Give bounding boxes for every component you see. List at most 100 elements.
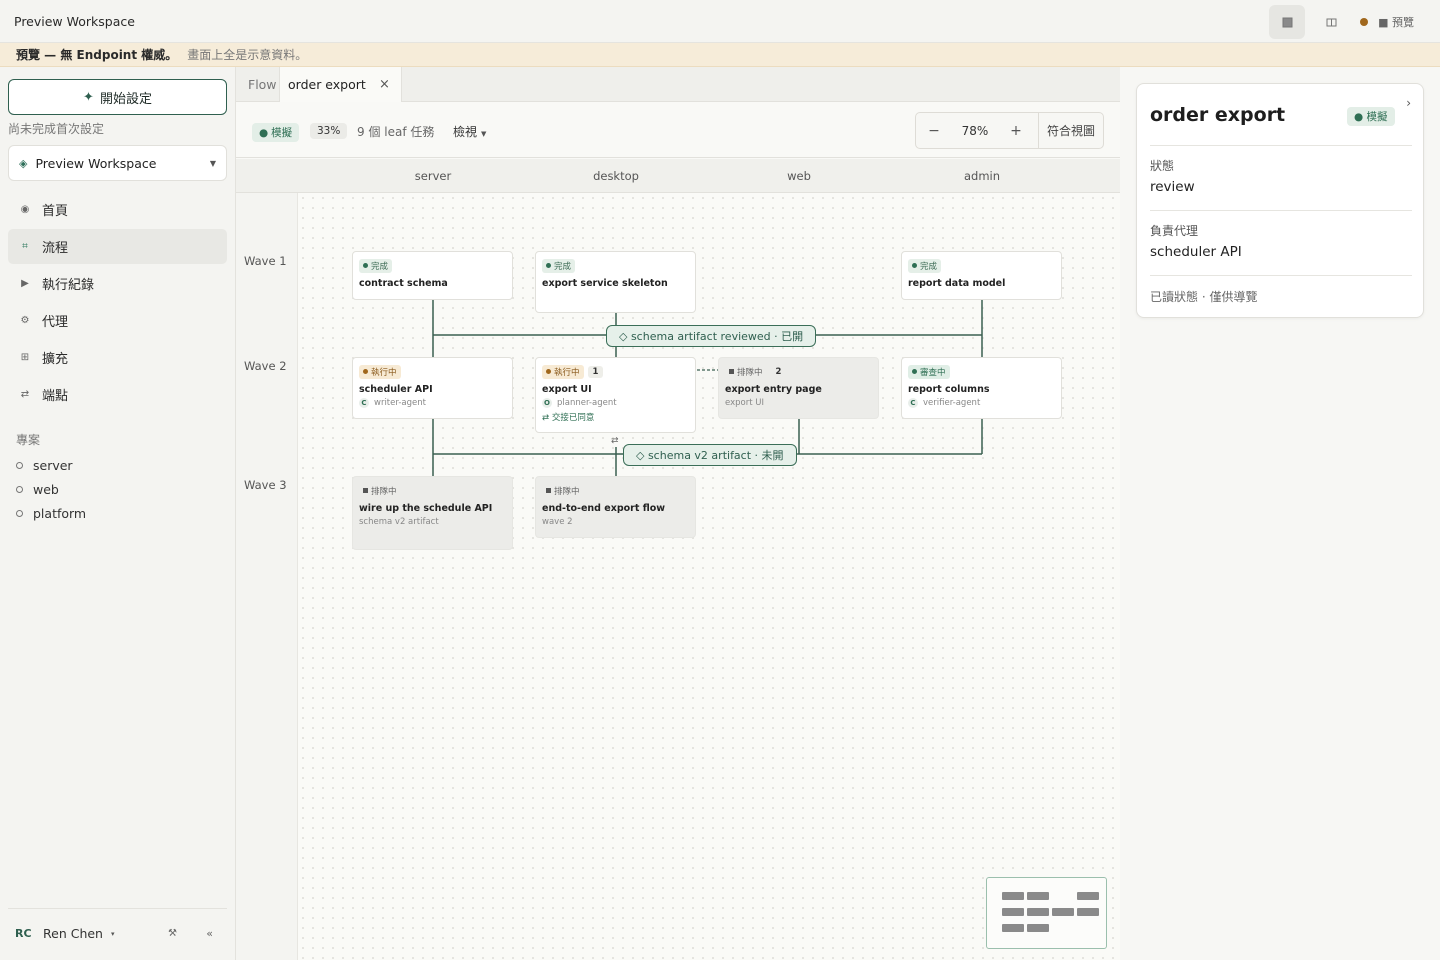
task-node-report-data-model[interactable]: 完成 report data model [901,251,1062,300]
sidebar-item-agents[interactable]: ⚙ 代理 [8,303,227,338]
sidebar-item-endpoints[interactable]: ⇄ 端點 [8,377,227,412]
wave-column: Wave 1 Wave 2 Wave 3 [236,193,298,960]
task-node-export-entry-page[interactable]: 排隊中 2 export entry page export UI [718,357,879,419]
home-icon: ◉ [20,204,30,215]
lane-label-admin: admin [963,169,1001,183]
avatar: RC [15,927,32,940]
chevron-right-icon[interactable]: › [1406,96,1411,110]
start-setup-label: 開始設定 [99,91,152,107]
zoom-in-button[interactable]: + [998,123,1034,139]
collapse-sidebar-icon[interactable]: « [206,927,213,940]
close-icon[interactable]: × [379,77,390,92]
flow-canvas[interactable] [298,193,1120,960]
lane-label-web: web [787,169,811,183]
minimap-node [1027,892,1049,900]
zoom-out-button[interactable]: − [916,123,952,139]
status-value: review [1150,179,1195,195]
task-subtitle: wave 2 [542,516,573,527]
minimap[interactable] [986,877,1107,949]
preview-banner: 預覽 — 無 Endpoint 權威。 畫面上全是示意資料。 [0,43,1440,67]
count-badge: 2 [775,367,782,377]
split-icon [1326,18,1336,26]
project-item-platform[interactable]: platform [16,501,86,525]
project-label: web [33,481,59,497]
dot-icon: ● [259,126,269,139]
status-badge: 完成 [542,258,576,273]
preview-label: ■ 預覽 [1378,16,1414,29]
start-setup-button[interactable]: ✦ 開始設定 [8,79,227,115]
circle-icon [16,485,23,493]
view-menu-label: 檢視 [453,125,478,139]
tools-icon[interactable]: ⚒ [168,928,177,939]
divider [1150,275,1412,276]
tab-flow[interactable]: Flow [248,67,277,102]
tab-bar: Flow order export × [236,67,1120,102]
sidebar-item-runs[interactable]: ▶ 執行紀錄 [8,266,227,301]
diamond-icon: ◈ [19,156,28,170]
task-node-wire-up-schedule-api[interactable]: 排隊中 wire up the schedule API schema v2 a… [352,476,513,550]
inspector-card: order export ● 模擬 › 狀態 review 負責代理 sched… [1136,83,1424,318]
dot-icon [363,369,368,374]
fit-view-button[interactable]: 符合視圖 [1037,113,1103,148]
task-title: export entry page [725,383,822,395]
agent-avatar: C [908,397,918,408]
project-item-web[interactable]: web [16,477,86,501]
user-name: Ren Chen [43,926,103,941]
project-item-server[interactable]: server [16,453,86,477]
main-area: Flow order export × ● 模擬 33% 9 個 leaf 任務… [236,67,1120,960]
sidebar-item-label: 流程 [42,241,69,256]
task-title: export UI [542,383,592,395]
workspace-selector[interactable]: ◈ Preview Workspace ▼ [8,145,227,181]
sidebar-item-flow[interactable]: ⌗ 流程 [8,229,227,264]
top-bar: Preview Workspace ■ 預覽 [0,0,1440,43]
status-label: 完成 [920,261,938,272]
gate-schema-reviewed[interactable]: ◇ schema artifact reviewed · 已開 [606,325,817,347]
minimap-node [1052,908,1074,916]
sidebar-item-label: 代理 [42,315,69,330]
view-menu-button[interactable]: 檢視 ▼ [453,123,486,140]
mock-badge-label: 模擬 [271,127,293,139]
agent-row: Oplanner-agent [542,397,689,408]
handoff-status: ⇄ 交接已同意 [542,412,595,423]
status-label: 執行中 [371,367,397,378]
status-badge: 排隊中 [359,484,401,498]
sidebar-nav: ◉ 首頁 ⌗ 流程 ▶ 執行紀錄 ⚙ 代理 ⊞ 擴充 ⇄ 端點 [8,192,227,414]
tab-order-export[interactable]: order export × [279,67,402,102]
chevron-down-icon: ▾ [110,929,115,938]
task-node-report-columns[interactable]: 審查中 report columns Cverifier-agent [901,357,1062,419]
gate-schema-v2[interactable]: ◇ schema v2 artifact · 未開 [623,444,797,466]
user-menu[interactable]: RC Ren Chen ▾ ⚒ « [8,908,227,958]
leaf-task-count: 9 個 leaf 任務 [357,125,435,139]
status-label: 排隊中 [371,486,397,497]
task-node-contract-schema[interactable]: 完成 contract schema [352,251,513,300]
sidebar-item-home[interactable]: ◉ 首頁 [8,192,227,227]
task-title: wire up the schedule API [359,502,493,514]
sidebar-item-extensions[interactable]: ⊞ 擴充 [8,340,227,375]
status-label: 狀態 [1150,159,1175,173]
task-node-export-ui[interactable]: 執行中 1 export UI Oplanner-agent ⇄ 交接已同意 [535,357,696,433]
split-view-button[interactable] [1313,5,1349,39]
setup-note: 尚未完成首次設定 [8,122,105,136]
task-node-end-to-end-export-flow[interactable]: 排隊中 end-to-end export flow wave 2 [535,476,696,538]
divider [1150,210,1412,211]
agent-label: 負責代理 [1150,224,1199,238]
panel-icon [1282,17,1292,27]
play-icon: ▶ [21,278,29,289]
status-badge: 執行中 [359,364,401,379]
status-badge: 完成 [359,258,393,273]
square-icon [546,488,551,493]
agent-row: Cverifier-agent [908,397,1055,408]
extension-icon: ⊞ [20,352,30,363]
workspace-name: Preview Workspace [35,155,157,171]
tab-label: order export [288,77,366,92]
minimap-node [1027,908,1049,916]
wave-label-2: Wave 2 [244,359,287,373]
task-node-export-service-skeleton[interactable]: 完成 export service skeleton [535,251,696,313]
circle-icon [16,509,23,517]
status-label: 執行中 [554,367,580,378]
dot-icon [546,263,551,268]
task-node-scheduler-api[interactable]: 執行中 scheduler API Cwriter-agent [352,357,513,419]
task-title: report data model [908,277,1006,289]
panel-toggle-button[interactable] [1269,5,1305,39]
agent-name: writer-agent [374,397,426,408]
